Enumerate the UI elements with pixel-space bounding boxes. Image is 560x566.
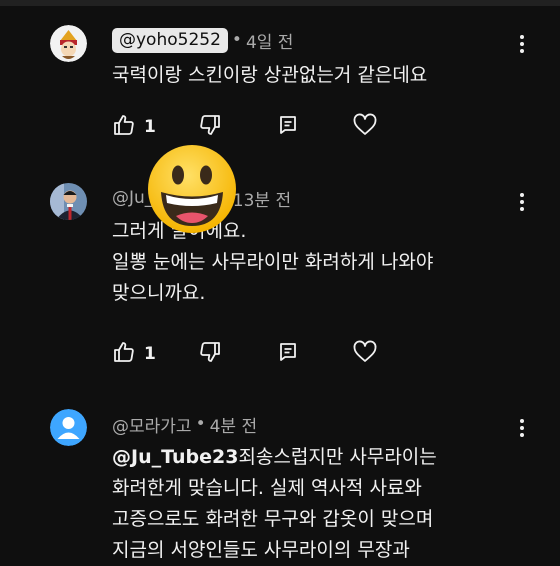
dislike-button[interactable] — [198, 339, 222, 369]
comment-time: 4일 전 — [245, 32, 294, 53]
like-count: 1 — [144, 344, 156, 364]
avatar[interactable] — [50, 25, 87, 62]
comment-time: 4분 전 — [209, 416, 258, 437]
like-count: 1 — [144, 117, 156, 137]
more-vert-icon[interactable] — [512, 187, 532, 217]
reply-button[interactable] — [276, 339, 300, 369]
heart-button[interactable] — [352, 112, 378, 142]
reply-button[interactable] — [276, 112, 300, 142]
reply-icon — [276, 340, 300, 368]
thumbs-down-icon — [198, 113, 222, 141]
comment-time: 13분 전 — [232, 190, 292, 211]
heart-icon — [352, 113, 378, 141]
thumbs-up-icon — [112, 113, 136, 141]
comment-author[interactable]: @yoho5252 — [112, 27, 228, 53]
separator-dot: • — [231, 30, 242, 50]
like-button[interactable]: 1 — [112, 339, 156, 369]
comment-author[interactable]: @모라가고 — [112, 412, 192, 437]
dislike-button[interactable] — [198, 112, 222, 142]
reply-icon — [276, 113, 300, 141]
avatar[interactable] — [50, 183, 87, 220]
default-avatar[interactable] — [50, 409, 87, 446]
top-bar — [0, 0, 560, 6]
heart-icon — [352, 340, 378, 368]
like-button[interactable]: 1 — [112, 112, 156, 142]
comment-text: @Ju_Tube23죄송스럽지만 사무라이는 화려한게 맞습니다. 실제 역사적… — [112, 442, 532, 566]
more-vert-icon[interactable] — [512, 29, 532, 59]
grinning-face-emoji — [146, 143, 238, 235]
mention-link[interactable]: @Ju_Tube23 — [112, 446, 238, 468]
thumbs-up-icon — [112, 340, 136, 368]
heart-button[interactable] — [352, 339, 378, 369]
more-vert-icon[interactable] — [512, 413, 532, 443]
thumbs-down-icon — [198, 340, 222, 368]
separator-dot: • — [195, 414, 206, 434]
comment-text: 국력이랑 스킨이랑 상관없는거 같은데요 — [112, 64, 428, 86]
